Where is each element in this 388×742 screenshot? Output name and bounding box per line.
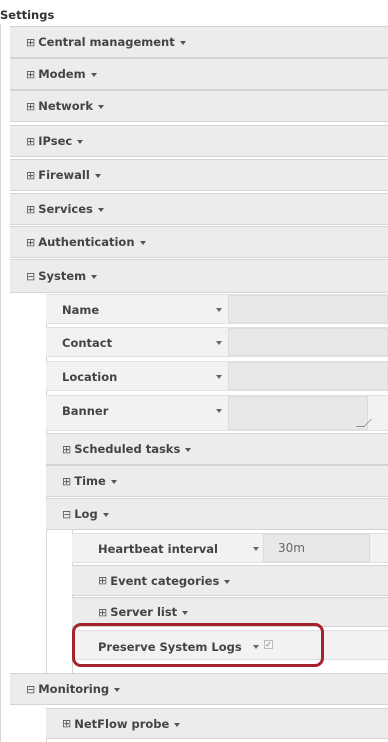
caret-down-icon	[97, 105, 104, 109]
subsection-label: Log	[74, 507, 98, 521]
location-label: Location	[62, 370, 118, 384]
caret-down-icon[interactable]	[216, 409, 222, 413]
caret-down-icon	[77, 140, 84, 144]
caret-down-icon	[174, 722, 181, 727]
caret-down-icon	[94, 174, 101, 178]
section-modem[interactable]: ⊞ Modem	[10, 58, 388, 90]
field-banner: Banner	[46, 395, 388, 431]
name-label: Name	[62, 303, 100, 317]
section-network[interactable]: ⊞ Network	[10, 90, 388, 122]
field-contact: Contact	[46, 327, 388, 357]
section-ipsec[interactable]: ⊞ IPsec	[10, 125, 388, 157]
expand-icon: ⊞	[26, 35, 36, 49]
expand-icon: ⊞	[26, 235, 36, 249]
expand-icon: ⊞	[62, 474, 72, 488]
section-monitoring[interactable]: ⊟ Monitoring	[10, 673, 388, 705]
heartbeat-interval-label: Heartbeat interval	[98, 542, 218, 556]
caret-down-icon	[185, 448, 192, 452]
page-title: Settings	[0, 8, 55, 22]
section-label: Modem	[38, 67, 86, 81]
caret-down-icon	[90, 73, 97, 77]
caret-down-icon	[182, 611, 189, 615]
subsection-label: Scheduled tasks	[74, 442, 181, 456]
collapse-icon: ⊟	[26, 269, 36, 283]
expand-icon: ⊞	[26, 99, 36, 113]
section-label: Network	[38, 99, 93, 113]
subsection-label: NetFlow probe	[74, 716, 170, 731]
expand-icon: ⊞	[26, 168, 36, 182]
caret-down-icon	[224, 579, 231, 584]
caret-down-icon[interactable]	[216, 308, 222, 312]
location-input[interactable]	[228, 362, 388, 390]
expand-icon: ⊞	[62, 717, 72, 730]
subsection-scheduled-tasks[interactable]: ⊞ Scheduled tasks	[46, 433, 388, 465]
caret-down-icon[interactable]	[216, 341, 222, 345]
caret-down-icon	[97, 208, 104, 212]
section-system[interactable]: ⊟ System	[10, 259, 388, 293]
heartbeat-interval-input[interactable]: 30m	[263, 534, 370, 562]
section-label: Authentication	[38, 235, 135, 249]
caret-down-icon[interactable]	[216, 375, 222, 379]
expand-icon: ⊞	[26, 202, 36, 216]
section-label: Central management	[38, 35, 175, 49]
section-label: Services	[38, 202, 93, 216]
expand-icon: ⊞	[62, 442, 72, 456]
collapse-icon: ⊟	[62, 507, 72, 521]
caret-down-icon	[179, 41, 186, 45]
caret-down-icon	[110, 480, 117, 484]
name-input[interactable]	[228, 295, 388, 323]
section-authentication[interactable]: ⊞ Authentication	[10, 226, 388, 258]
field-heartbeat-interval: Heartbeat interval 30m	[72, 533, 388, 563]
field-name: Name	[46, 294, 388, 324]
resize-handle-icon[interactable]	[356, 419, 372, 427]
section-label: Monitoring	[38, 682, 110, 696]
section-label: System	[38, 269, 87, 283]
caret-down-icon	[91, 275, 98, 279]
subsection-netflow-probe[interactable]: ⊞ NetFlow probe	[46, 708, 388, 739]
section-services[interactable]: ⊞ Services	[10, 193, 388, 225]
caret-down-icon	[102, 513, 109, 517]
highlight-annotation	[72, 623, 324, 667]
section-label: IPsec	[38, 134, 73, 148]
section-label: Firewall	[38, 168, 90, 182]
subsection-label: Server list	[110, 605, 178, 619]
caret-down-icon[interactable]	[253, 547, 259, 551]
subsection-label: Time	[74, 474, 106, 488]
subsection-event-categories[interactable]: ⊞ Event categories	[72, 565, 388, 596]
banner-label: Banner	[62, 404, 109, 418]
subsection-label: Event categories	[110, 573, 220, 588]
expand-icon: ⊞	[98, 574, 108, 587]
section-firewall[interactable]: ⊞ Firewall	[10, 159, 388, 191]
contact-input[interactable]	[228, 328, 388, 356]
subsection-time[interactable]: ⊞ Time	[46, 465, 388, 497]
caret-down-icon	[114, 688, 121, 692]
expand-icon: ⊞	[98, 605, 108, 619]
section-central-management[interactable]: ⊞ Central management	[10, 26, 388, 58]
contact-label: Contact	[62, 336, 113, 350]
expand-icon: ⊞	[26, 134, 36, 148]
subsection-log[interactable]: ⊟ Log	[46, 498, 388, 530]
banner-textarea[interactable]	[228, 396, 372, 430]
expand-icon: ⊞	[26, 67, 36, 81]
collapse-icon: ⊟	[26, 682, 36, 696]
field-location: Location	[46, 361, 388, 391]
caret-down-icon	[139, 241, 146, 245]
